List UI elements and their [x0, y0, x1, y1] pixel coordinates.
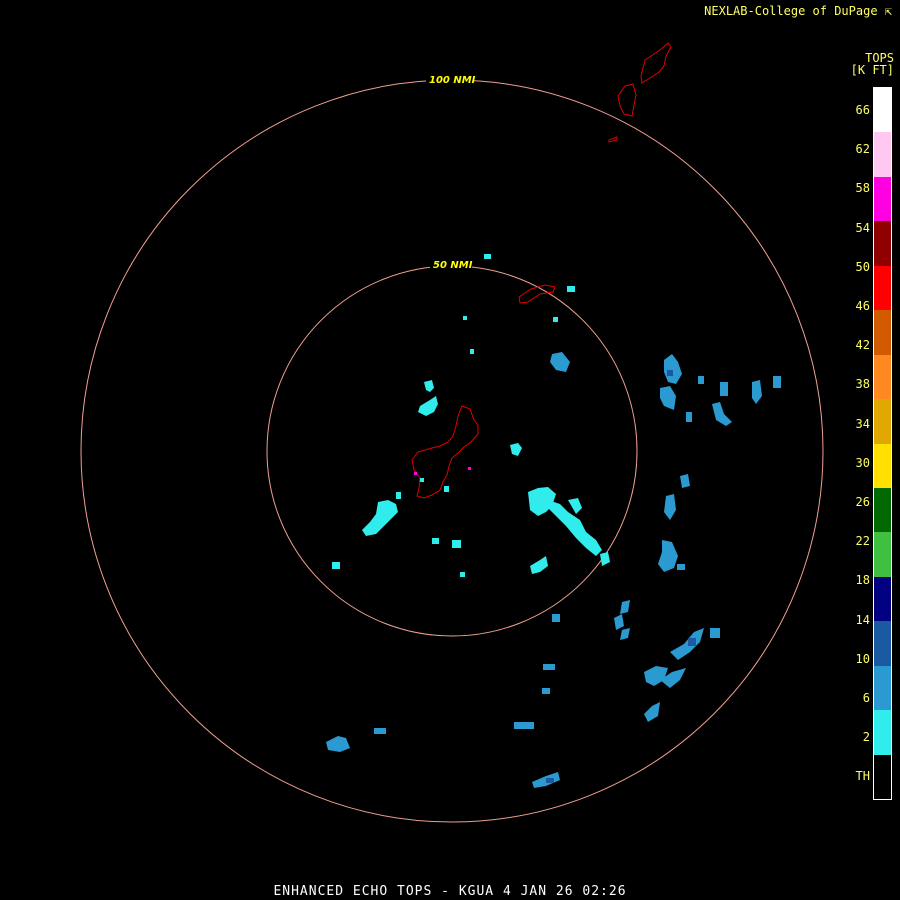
echo-cell [452, 540, 461, 548]
echo-cell [614, 614, 624, 630]
color-scale-label: 10 [855, 651, 870, 666]
coast-saipan [640, 42, 672, 84]
color-scale-cell [874, 354, 891, 400]
color-scale-label: 62 [855, 142, 870, 157]
echoes [326, 254, 781, 788]
color-scale-label: 50 [855, 259, 870, 274]
color-scale-label: 42 [855, 338, 870, 353]
echo-cell [444, 486, 449, 492]
color-scale-label: 54 [855, 220, 870, 235]
color-scale-cell [874, 310, 891, 355]
echo-cell [414, 472, 417, 475]
color-scale-cell [874, 221, 891, 266]
echo-cell [550, 352, 570, 372]
color-scale-cell [874, 754, 891, 799]
legend-title: TOPS [K FT] [851, 52, 894, 76]
echo-cell [432, 538, 439, 544]
color-scale-cell [874, 710, 891, 755]
color-scale-label: 34 [855, 416, 870, 431]
color-scale-label: 6 [862, 691, 870, 705]
echo-cell [424, 380, 434, 392]
product-title: ENHANCED ECHO TOPS - KGUA 4 JAN 26 02:26 [273, 884, 627, 899]
color-scale-cell [874, 176, 891, 222]
range-ring-100nmi [80, 79, 824, 823]
echo-cell [664, 354, 682, 384]
color-scale-cell [874, 532, 891, 577]
color-scale-cell [874, 576, 891, 622]
echo-cell [463, 316, 467, 320]
echo-cell [698, 376, 704, 384]
color-scale-label: 18 [855, 573, 870, 588]
echo-cell [543, 664, 555, 670]
range-rings: 100 NMI 50 NMI [80, 74, 824, 823]
echo-cell [460, 572, 465, 577]
color-scale-label: 14 [855, 612, 870, 627]
radar-map: 100 NMI 50 NMI [80, 42, 824, 823]
echo-cell [418, 396, 438, 416]
echo-cell [664, 494, 676, 520]
echo-cell [773, 376, 781, 388]
echo-cell [484, 254, 491, 259]
echo-cell [362, 500, 398, 536]
color-scale-cell [874, 487, 891, 533]
echo-cell [374, 728, 386, 734]
color-scale-cell [874, 399, 891, 444]
echo-cell [752, 380, 762, 404]
coast-aguijan [608, 136, 618, 143]
ring-label-100nmi: 100 NMI [429, 75, 476, 86]
echo-cell [670, 628, 704, 660]
color-scale-label: 38 [855, 377, 870, 392]
color-scale-label: 26 [855, 495, 870, 509]
color-scale-cell [874, 132, 891, 177]
echo-cell [720, 382, 728, 396]
echo-cell [510, 443, 522, 456]
color-scale-cell [874, 621, 891, 666]
color-scale-cell [874, 265, 891, 311]
color-scale-labels: 66 62 58 54 50 46 42 38 34 30 26 22 18 14 10 6 2 TH [838, 87, 870, 800]
echo-cell [712, 402, 732, 426]
echo-cell [667, 370, 673, 376]
color-scale-label: 2 [862, 730, 870, 745]
color-scale-cell [874, 443, 891, 488]
echo-cell [396, 492, 401, 499]
echo-cell [600, 552, 610, 566]
echo-cell [326, 736, 350, 752]
echo-cell [468, 467, 471, 470]
color-scale-label: 66 [855, 103, 870, 117]
echo-cell [546, 778, 554, 783]
color-scale-label: 30 [855, 455, 870, 470]
echo-cell [553, 317, 558, 322]
echo-cell [514, 722, 534, 729]
echo-cell [420, 478, 424, 482]
echo-cell [568, 498, 582, 514]
echo-cell [680, 474, 690, 488]
echo-cell [332, 562, 340, 569]
echo-cell [530, 556, 548, 574]
echo-cell [620, 600, 630, 614]
echo-cell [620, 628, 630, 640]
echo-cell [688, 638, 696, 646]
coast-tinian [617, 83, 637, 117]
echo-cell [470, 349, 474, 354]
legend-title-units: [K FT] [850, 63, 894, 77]
color-scale-label: 58 [855, 181, 870, 196]
color-scale-cell [874, 665, 891, 711]
ring-label-50nmi: 50 NMI [433, 260, 473, 271]
color-scale-bar [873, 87, 892, 800]
color-scale-label: 46 [855, 299, 870, 313]
echo-cell [710, 628, 720, 638]
echo-cell [677, 564, 685, 570]
echo-cell [542, 688, 550, 694]
color-scale-cell [874, 88, 891, 133]
color-scale-label: 22 [855, 534, 870, 549]
range-ring-50nmi [266, 265, 638, 637]
echo-cell [686, 412, 692, 422]
color-scale-label: TH [855, 769, 870, 784]
echo-cell [644, 702, 660, 722]
echo-cell [658, 540, 678, 572]
echo-cell [552, 614, 560, 622]
echo-cell [660, 386, 676, 410]
coast-guam [411, 405, 479, 499]
echo-cell [567, 286, 575, 292]
